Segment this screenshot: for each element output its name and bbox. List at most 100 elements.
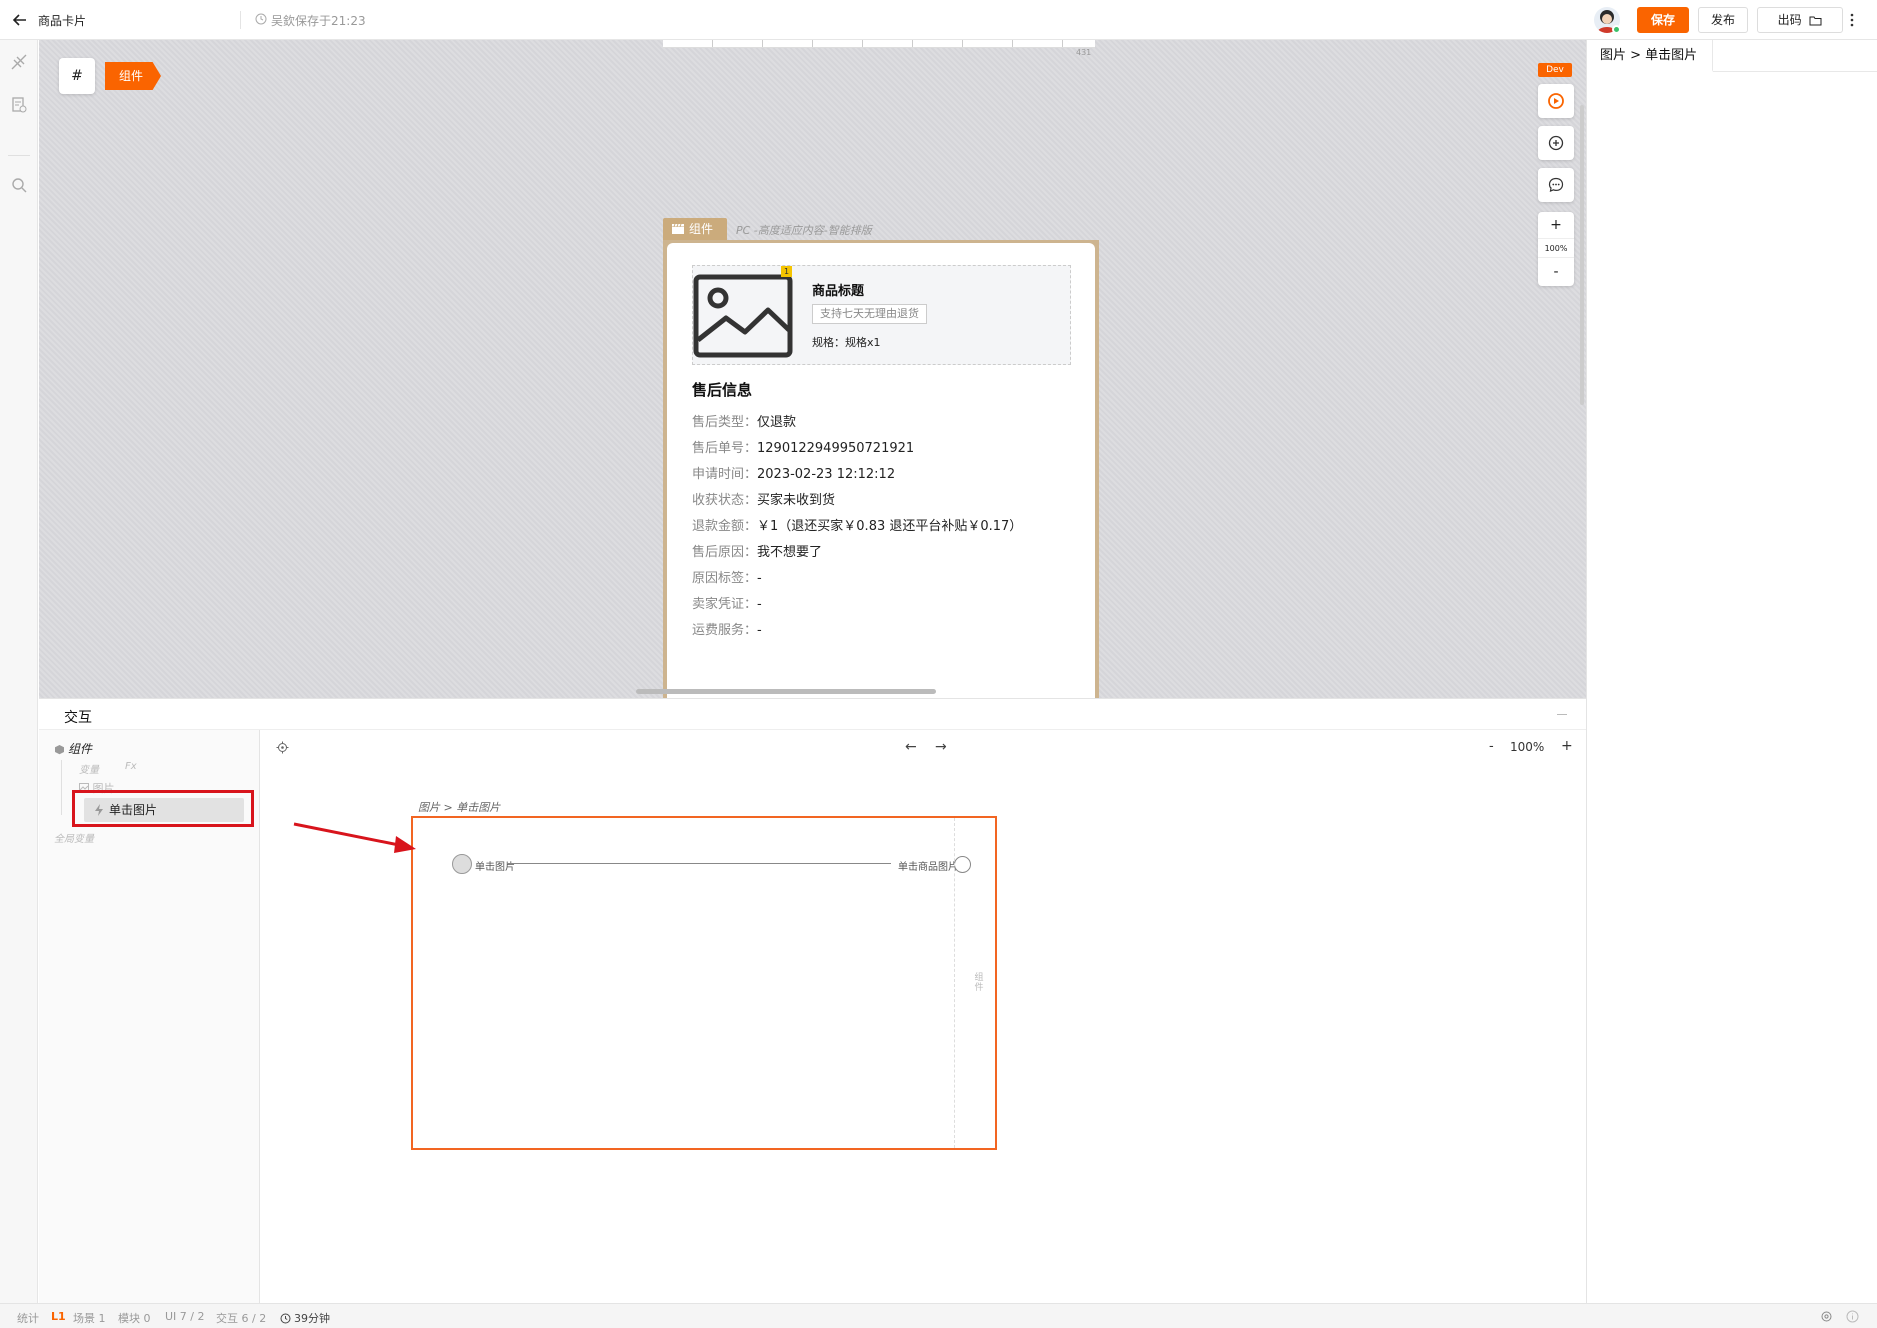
flow-zoom-out-button[interactable]: - [1489, 739, 1494, 754]
back-arrow-icon[interactable] [10, 10, 30, 30]
tree-guide-line [61, 760, 62, 815]
redo-arrow-button[interactable]: → [935, 739, 947, 755]
publish-button[interactable]: 发布 [1698, 7, 1748, 33]
info-row: 申请时间：2023-02-23 12:12:12 [692, 463, 895, 482]
zoom-out-button[interactable]: - [1538, 261, 1574, 283]
search-icon[interactable] [9, 175, 29, 195]
tree-variable[interactable]: 变量 [79, 761, 99, 776]
flow-caption: 图片 > 单击图片 [418, 801, 501, 814]
image-placeholder-icon[interactable] [693, 274, 793, 358]
tree-root-component[interactable]: 组件 [54, 740, 92, 757]
status-level: L1 [51, 1310, 66, 1323]
document-icon[interactable] [9, 95, 29, 115]
page-title: 商品卡片 [38, 14, 87, 28]
flow-divider [954, 818, 955, 1148]
add-node-button[interactable] [1538, 126, 1574, 160]
tree-fx[interactable]: Fx [125, 761, 137, 772]
info-row: 退款金额：￥1（退还买家￥0.83 退还平台补贴￥0.17） [692, 515, 1022, 534]
flow-end-node[interactable] [954, 856, 971, 873]
frame-tag-label: 组件 [689, 222, 714, 236]
properties-panel: 图片 > 单击图片 [1586, 40, 1877, 1303]
interaction-panel: 交互 组件 变量 Fx 图片 单击图片 全局变量 ← → - 100% + 图片… [39, 698, 1586, 1304]
more-icon[interactable] [1846, 10, 1858, 30]
count-badge: 1 [781, 266, 792, 277]
info-value: 仅退款 [757, 415, 797, 430]
tree-root-label: 组件 [68, 742, 93, 756]
ruler-number: 431 [1076, 48, 1092, 57]
flow-start-node[interactable] [452, 854, 472, 874]
dev-badge: Dev [1538, 63, 1572, 77]
frame-tag[interactable]: 组件 [663, 218, 727, 240]
vertical-scrollbar[interactable] [1580, 105, 1584, 405]
settings-icon[interactable] [1820, 1310, 1833, 1323]
undo-arrow-button[interactable]: ← [905, 739, 917, 755]
tab-image-click[interactable]: 图片 > 单击图片 [1587, 40, 1713, 72]
export-code-button[interactable]: 出码 [1757, 7, 1843, 33]
add-circle-icon [1548, 135, 1564, 151]
info-row: 收获状态：买家未收到货 [692, 489, 835, 508]
info-row: 售后类型：仅退款 [692, 411, 796, 430]
section-title: 售后信息 [692, 381, 753, 399]
horizontal-scrollbar[interactable] [636, 689, 936, 694]
annotation-arrow-icon [293, 822, 416, 853]
info-key: 售后单号： [692, 441, 758, 456]
info-key: 售后类型： [692, 415, 758, 430]
plugin-icon[interactable] [9, 52, 29, 72]
comment-icon [1548, 177, 1564, 192]
locate-icon[interactable] [276, 741, 289, 754]
design-canvas[interactable]: 431 # 组件 组件 PC -高度适应内容-智能排版 1 商品标题 支持七天无… [39, 40, 1586, 698]
save-status: 吴欽保存于21:23 [271, 14, 366, 28]
info-key: 申请时间： [692, 467, 758, 482]
flow-zoom-in-button[interactable]: + [1561, 738, 1573, 754]
info-value: 买家未收到货 [757, 493, 836, 508]
return-policy-tag: 支持七天无理由退货 [812, 304, 927, 324]
tab-underline [1713, 71, 1877, 72]
info-value: 1290122949950721921 [757, 441, 915, 456]
folder-icon [1809, 16, 1822, 25]
status-scene: 场景 1 [73, 1312, 106, 1325]
clapperboard-icon [672, 223, 684, 234]
info-key: 卖家凭证： [692, 597, 758, 612]
tree-global-variable[interactable]: 全局变量 [54, 830, 94, 845]
info-key: 原因标签： [692, 571, 758, 586]
top-bar: 商品卡片 吴欽保存于21:23 保存 发布 出码 [0, 0, 1877, 40]
info-key: 运费服务： [692, 623, 758, 638]
flow-editor[interactable]: ← → - 100% + 图片 > 单击图片 单击图片 单击商品图片 组件 [261, 730, 1586, 1304]
product-card[interactable]: 1 商品标题 支持七天无理由退货 规格：规格x1 售后信息 售后类型：仅退款 售… [667, 243, 1095, 698]
flow-end-label: 单击商品图片 [898, 862, 958, 873]
flow-start-label: 单击图片 [475, 862, 515, 873]
info-row: 卖家凭证：- [692, 593, 762, 612]
interaction-tree: 组件 变量 Fx 图片 单击图片 全局变量 [39, 730, 260, 1304]
info-value: 2023-02-23 12:12:12 [757, 467, 896, 482]
status-interaction: 交互 6 / 2 [216, 1312, 267, 1325]
info-value: - [757, 623, 762, 638]
interaction-title: 交互 [64, 710, 92, 726]
flow-connector[interactable] [507, 863, 891, 864]
divider [240, 11, 241, 29]
info-value: 我不想要了 [757, 545, 823, 560]
product-spec: 规格：规格x1 [812, 336, 881, 349]
component-frame[interactable]: 1 商品标题 支持七天无理由退货 规格：规格x1 售后信息 售后类型：仅退款 售… [663, 240, 1099, 698]
hash-button[interactable]: # [59, 58, 95, 94]
product-summary[interactable]: 1 商品标题 支持七天无理由退货 规格：规格x1 [692, 265, 1071, 365]
zoom-control: + 100% - [1538, 212, 1574, 286]
zoom-level: 100% [1538, 238, 1574, 258]
flow-side-label: 组件 [974, 973, 984, 993]
comment-button[interactable] [1538, 168, 1574, 202]
collapse-button[interactable] [1557, 714, 1567, 715]
left-rail [0, 40, 38, 1303]
product-title: 商品标题 [812, 284, 865, 299]
zoom-in-button[interactable]: + [1538, 214, 1574, 236]
clock-icon [280, 1313, 291, 1324]
online-indicator [1612, 25, 1621, 34]
status-stats: 统计 [17, 1312, 39, 1325]
info-icon[interactable] [1846, 1310, 1859, 1323]
status-module: 模块 0 [118, 1312, 151, 1325]
rail-divider [8, 155, 30, 156]
preview-button[interactable] [1538, 84, 1574, 118]
component-breadcrumb-tag[interactable]: 组件 [105, 62, 161, 90]
flow-container[interactable]: 单击图片 单击商品图片 组件 [411, 816, 997, 1150]
cube-icon [55, 745, 64, 755]
info-value: ￥1（退还买家￥0.83 退还平台补贴￥0.17） [757, 519, 1023, 534]
save-button[interactable]: 保存 [1637, 7, 1689, 33]
